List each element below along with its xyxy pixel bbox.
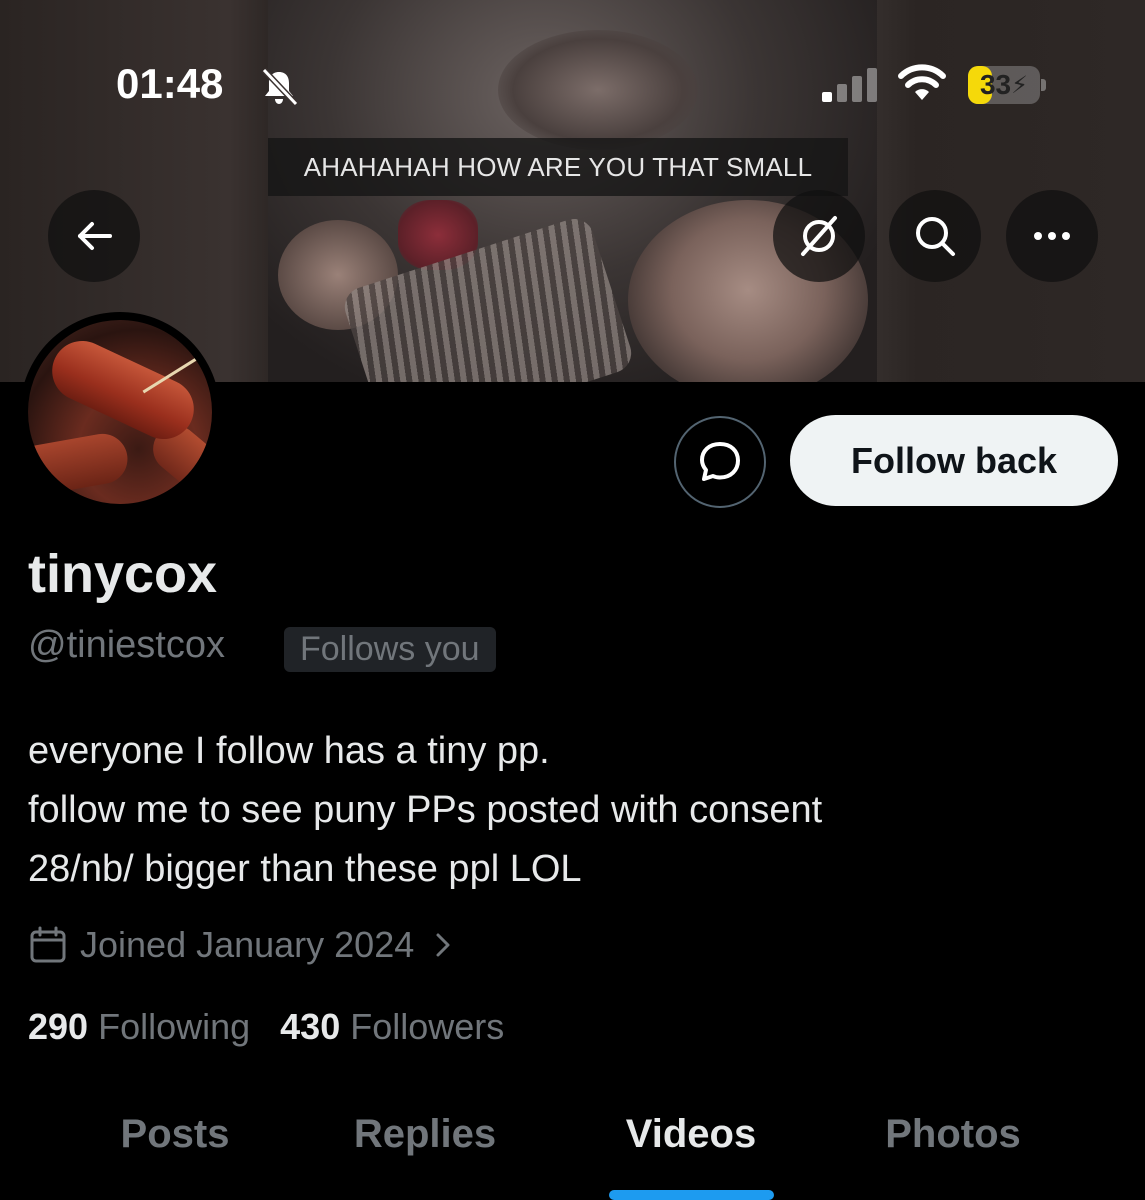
battery-percent: 33: [979, 69, 1012, 100]
back-arrow-icon: [78, 222, 112, 250]
follow-back-button[interactable]: Follow back: [790, 415, 1118, 506]
followers-link[interactable]: 430 Followers: [280, 1006, 504, 1048]
chevron-right-icon: [436, 933, 450, 957]
following-label: Following: [98, 1006, 251, 1047]
calendar-icon: [30, 926, 66, 963]
hide-reposts-icon: [801, 216, 837, 256]
tab-replies[interactable]: Replies: [330, 1112, 520, 1162]
signal-icon: [822, 68, 877, 102]
bell-slash-icon: [261, 67, 299, 107]
profile-banner[interactable]: AHAHAHAH HOW ARE YOU THAT SMALL: [0, 0, 1145, 382]
bio: everyone I follow has a tiny pp. follow …: [28, 722, 1118, 899]
tab-photos[interactable]: Photos: [858, 1112, 1048, 1162]
followers-label: Followers: [350, 1006, 505, 1047]
back-button[interactable]: [48, 190, 140, 282]
display-name: tinycox: [28, 544, 218, 604]
bio-line: follow me to see puny PPs posted with co…: [28, 789, 823, 831]
handle: @tiniestcox: [28, 624, 225, 666]
following-link[interactable]: 290 Following: [28, 1006, 250, 1048]
joined-date: Joined January 2024: [80, 924, 415, 965]
following-count: 290: [28, 1006, 89, 1047]
search-button[interactable]: [889, 190, 981, 282]
battery-indicator: 33 ⚡: [968, 66, 1046, 104]
status-time: 01:48: [116, 60, 224, 107]
more-button[interactable]: [1006, 190, 1098, 282]
more-icon: [1034, 232, 1070, 240]
message-bubble-icon: [700, 442, 740, 481]
message-button[interactable]: [674, 416, 766, 508]
tab-posts[interactable]: Posts: [80, 1112, 270, 1162]
active-tab-indicator: [609, 1190, 774, 1200]
followers-count: 430: [280, 1006, 341, 1047]
follows-you-badge: Follows you: [284, 627, 496, 672]
tab-videos[interactable]: Videos: [596, 1112, 786, 1162]
banner-caption: AHAHAHAH HOW ARE YOU THAT SMALL: [268, 138, 848, 196]
hide-reposts-button[interactable]: [773, 190, 865, 282]
avatar[interactable]: [20, 312, 220, 512]
joined-date-row[interactable]: Joined January 2024: [28, 922, 456, 968]
bio-line: 28/nb/ bigger than these ppl LOL: [28, 848, 582, 890]
search-icon: [916, 217, 955, 256]
bio-line: everyone I follow has a tiny pp.: [28, 730, 550, 772]
wifi-icon: [898, 64, 946, 100]
avatar-image: [28, 320, 212, 504]
follow-stats: 290 Following 430 Followers: [28, 1004, 504, 1050]
